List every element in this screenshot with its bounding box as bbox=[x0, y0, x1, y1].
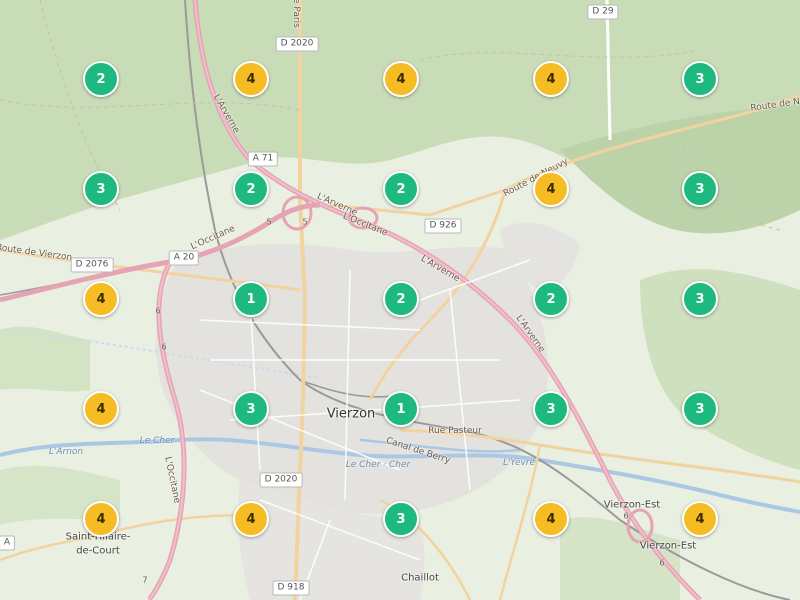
cluster-marker[interactable]: 4 bbox=[682, 501, 718, 537]
cluster-count: 4 bbox=[96, 291, 106, 307]
map-viewport[interactable]: Vierzon Saint-Hilaire-de-Court Chaillot Vie… bbox=[0, 0, 800, 600]
cluster-count: 4 bbox=[246, 511, 256, 527]
cluster-marker[interactable]: 3 bbox=[233, 391, 269, 427]
cluster-marker[interactable]: 3 bbox=[682, 391, 718, 427]
cluster-marker[interactable]: 2 bbox=[383, 281, 419, 317]
cluster-marker[interactable]: 3 bbox=[83, 171, 119, 207]
cluster-marker[interactable]: 3 bbox=[682, 171, 718, 207]
cluster-count: 3 bbox=[396, 511, 406, 527]
cluster-count: 4 bbox=[546, 511, 556, 527]
cluster-marker[interactable]: 4 bbox=[383, 61, 419, 97]
route-shield: D 2020 bbox=[259, 472, 303, 488]
cluster-count: 4 bbox=[246, 71, 256, 87]
cluster-count: 3 bbox=[695, 401, 705, 417]
cluster-marker[interactable]: 4 bbox=[233, 61, 269, 97]
cluster-marker[interactable]: 4 bbox=[533, 61, 569, 97]
cluster-count: 1 bbox=[396, 401, 406, 417]
route-shield: A 71 bbox=[247, 151, 279, 167]
route-shield: D 29 bbox=[587, 4, 619, 20]
cluster-marker[interactable]: 2 bbox=[533, 281, 569, 317]
cluster-marker[interactable]: 3 bbox=[383, 501, 419, 537]
cluster-count: 2 bbox=[246, 181, 256, 197]
cluster-count: 4 bbox=[396, 71, 406, 87]
cluster-count: 4 bbox=[695, 511, 705, 527]
cluster-marker[interactable]: 4 bbox=[233, 501, 269, 537]
cluster-marker[interactable]: 1 bbox=[233, 281, 269, 317]
cluster-count: 4 bbox=[96, 401, 106, 417]
cluster-marker[interactable]: 3 bbox=[682, 61, 718, 97]
cluster-marker[interactable]: 1 bbox=[383, 391, 419, 427]
cluster-count: 3 bbox=[246, 401, 256, 417]
cluster-count: 2 bbox=[96, 71, 106, 87]
cluster-marker[interactable]: 3 bbox=[533, 391, 569, 427]
cluster-count: 1 bbox=[246, 291, 256, 307]
cluster-marker[interactable]: 4 bbox=[533, 171, 569, 207]
cluster-count: 3 bbox=[546, 401, 556, 417]
cluster-count: 2 bbox=[396, 181, 406, 197]
cluster-count: 3 bbox=[695, 71, 705, 87]
cluster-count: 3 bbox=[695, 291, 705, 307]
cluster-marker[interactable]: 4 bbox=[533, 501, 569, 537]
route-shield: A bbox=[0, 535, 16, 551]
cluster-marker[interactable]: 2 bbox=[233, 171, 269, 207]
cluster-count: 2 bbox=[396, 291, 406, 307]
cluster-marker[interactable]: 2 bbox=[83, 61, 119, 97]
route-shield: A 20 bbox=[168, 250, 200, 266]
route-shield: D 926 bbox=[424, 218, 462, 234]
cluster-marker[interactable]: 2 bbox=[383, 171, 419, 207]
route-shield: D 2020 bbox=[275, 36, 319, 52]
cluster-marker[interactable]: 3 bbox=[682, 281, 718, 317]
cluster-count: 3 bbox=[695, 181, 705, 197]
cluster-count: 2 bbox=[546, 291, 556, 307]
cluster-count: 4 bbox=[546, 71, 556, 87]
route-shield: D 2076 bbox=[70, 257, 114, 273]
cluster-count: 3 bbox=[96, 181, 106, 197]
cluster-marker[interactable]: 4 bbox=[83, 501, 119, 537]
route-shield: D 918 bbox=[272, 580, 310, 596]
cluster-marker[interactable]: 4 bbox=[83, 281, 119, 317]
cluster-marker[interactable]: 4 bbox=[83, 391, 119, 427]
cluster-count: 4 bbox=[96, 511, 106, 527]
cluster-count: 4 bbox=[546, 181, 556, 197]
